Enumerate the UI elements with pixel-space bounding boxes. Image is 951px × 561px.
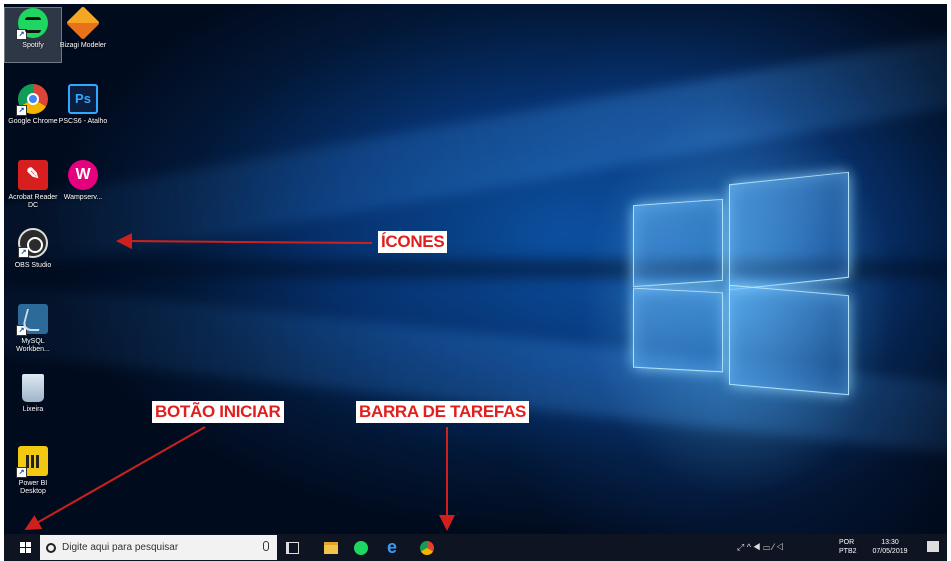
logo-pane <box>729 284 849 396</box>
clock-date: 07/05/2019 <box>872 548 908 555</box>
chrome-taskbar-icon[interactable] <box>420 541 434 555</box>
spotify-icon: ↗ <box>16 8 48 40</box>
shortcut-arrow-icon: ↗ <box>16 467 27 478</box>
desktop-icon-photoshop[interactable]: Ps PSCS6 - Atalho <box>55 84 111 126</box>
desktop-icon-chrome[interactable]: ↗ Google Chrome <box>5 84 61 126</box>
logo-pane <box>633 287 723 373</box>
windows-logo-wallpaper <box>629 164 864 396</box>
desktop-icon-bizagi[interactable]: Bizagi Modeler <box>55 6 111 50</box>
language-code: POR <box>839 539 855 546</box>
file-explorer-icon[interactable] <box>324 542 338 554</box>
shortcut-arrow-icon: ↗ <box>16 325 27 336</box>
desktop-icon-label: Wampserv... <box>63 194 103 201</box>
desktop-icon-label: Google Chrome <box>8 118 58 125</box>
annotation-barra-tarefas: BARRA DE TAREFAS <box>356 401 530 423</box>
start-button[interactable] <box>10 534 40 561</box>
annotation-botao-iniciar: BOTÃO INICIAR <box>152 401 284 423</box>
cortana-icon <box>46 542 56 553</box>
tray-icons[interactable]: ⤢ ^ ◀ ▭ ⁄ ◁ <box>737 542 784 553</box>
screenshot-frame: ↗ Spotify Bizagi Modeler ↗ Google Chrome… <box>0 0 951 561</box>
edge-icon[interactable]: e <box>387 538 403 556</box>
keyboard-layout: PTB2 <box>839 548 857 555</box>
desktop-icon-label: Lixeira <box>22 406 44 413</box>
taskbar: Digite aqui para pesquisar e ⤢ ^ ◀ ▭ ⁄ ◁… <box>4 534 947 561</box>
bizagi-icon <box>66 6 100 40</box>
shortcut-arrow-icon: ↗ <box>18 247 29 258</box>
desktop-icon-label: Bizagi Modeler <box>59 42 107 49</box>
desktop-icon-label: Acrobat Reader DC <box>8 194 58 209</box>
desktop-icon-label: MySQL Workben... <box>16 338 50 353</box>
shortcut-arrow-icon: ↗ <box>16 29 27 40</box>
desktop-icon-mysql-workbench[interactable]: ↗ MySQL Workben... <box>5 304 61 354</box>
desktop[interactable]: ↗ Spotify Bizagi Modeler ↗ Google Chrome… <box>4 4 947 534</box>
desktop-icon-label: Spotify <box>22 42 44 49</box>
desktop-icon-label: PSCS6 - Atalho <box>58 118 108 125</box>
mysql-workbench-icon: ↗ <box>16 304 48 336</box>
clock[interactable]: 13:30 07/05/2019 <box>871 538 909 556</box>
desktop-icon-obs[interactable]: ↗ OBS Studio <box>5 228 61 270</box>
chrome-icon: ↗ <box>16 84 48 116</box>
spotify-taskbar-icon[interactable] <box>354 541 368 555</box>
taskbar-search-box[interactable]: Digite aqui para pesquisar <box>40 535 277 560</box>
search-placeholder: Digite aqui para pesquisar <box>62 542 179 553</box>
recycle-bin-icon <box>22 374 44 402</box>
desktop-icon-wampserver[interactable]: W Wampserv... <box>55 160 111 202</box>
annotation-icones: ÍCONES <box>378 231 448 253</box>
desktop-icon-acrobat[interactable]: ✎ Acrobat Reader DC <box>5 160 61 210</box>
microphone-icon[interactable] <box>263 541 269 551</box>
acrobat-icon: ✎ <box>18 160 48 190</box>
task-view-icon[interactable] <box>286 542 299 554</box>
desktop-icon-label: OBS Studio <box>14 262 52 269</box>
obs-icon: ↗ <box>18 228 48 258</box>
desktop-icon-recycle-bin[interactable]: Lixeira <box>5 374 61 414</box>
logo-pane <box>729 171 849 291</box>
language-indicator[interactable]: POR PTB2 <box>839 538 857 556</box>
clock-time: 13:30 <box>881 539 899 546</box>
windows-icon <box>19 542 31 553</box>
desktop-icon-label: Power BI Desktop <box>18 480 48 495</box>
desktop-icon-powerbi[interactable]: ↗ Power BI Desktop <box>5 446 61 496</box>
wampserver-icon: W <box>68 160 98 190</box>
desktop-icon-spotify[interactable]: ↗ Spotify <box>4 7 62 63</box>
shortcut-arrow-icon: ↗ <box>16 105 27 116</box>
photoshop-icon: Ps <box>68 84 98 114</box>
notification-center-icon[interactable] <box>927 541 939 552</box>
powerbi-icon: ↗ <box>16 446 48 478</box>
logo-pane <box>633 198 723 288</box>
